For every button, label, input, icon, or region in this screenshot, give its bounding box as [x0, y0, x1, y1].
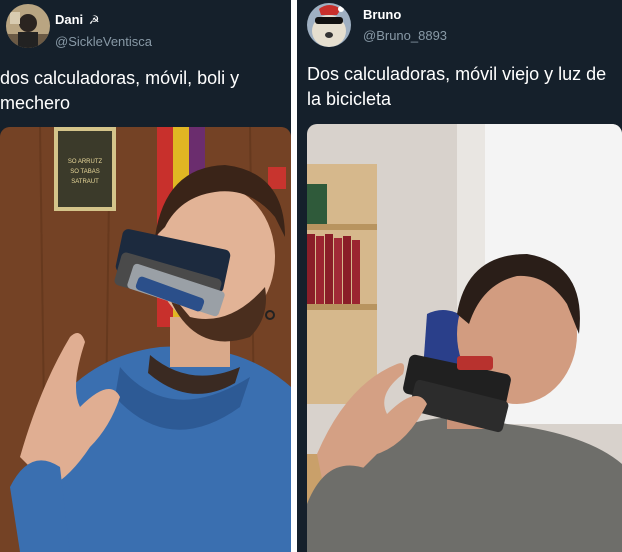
poster-text-3: SATRAUT: [71, 179, 99, 185]
bookshelf: [307, 164, 377, 404]
tweet-text: dos calculadoras, móvil, boli y mechero: [0, 68, 240, 113]
tweet-card-bruno: Bruno @Bruno_8893 Dos calculadoras, móvi…: [297, 0, 622, 552]
display-name[interactable]: Bruno: [363, 7, 401, 22]
tweet-card-dani: Dani ☭ @SickleVentisca dos calculadoras,…: [0, 0, 291, 552]
poster-text-1: SO ARRUTZ: [68, 159, 103, 165]
tweet-photo[interactable]: [307, 124, 622, 552]
dog-avatar-icon[interactable]: [307, 3, 351, 47]
user-handle[interactable]: @Bruno_8893: [363, 28, 447, 43]
user-avatar-icon[interactable]: [6, 4, 50, 48]
display-name[interactable]: Dani ☭: [55, 12, 100, 27]
user-handle[interactable]: @SickleVentisca: [55, 34, 152, 49]
hammer-sickle-icon: ☭: [88, 13, 100, 27]
tweet-photo[interactable]: SO ARRUTZ SO TABAS SATRAUT: [0, 127, 291, 552]
tweet-text: Dos calculadoras, móvil viejo y luz de l…: [307, 64, 607, 109]
poster-text-2: SO TABAS: [70, 169, 99, 175]
